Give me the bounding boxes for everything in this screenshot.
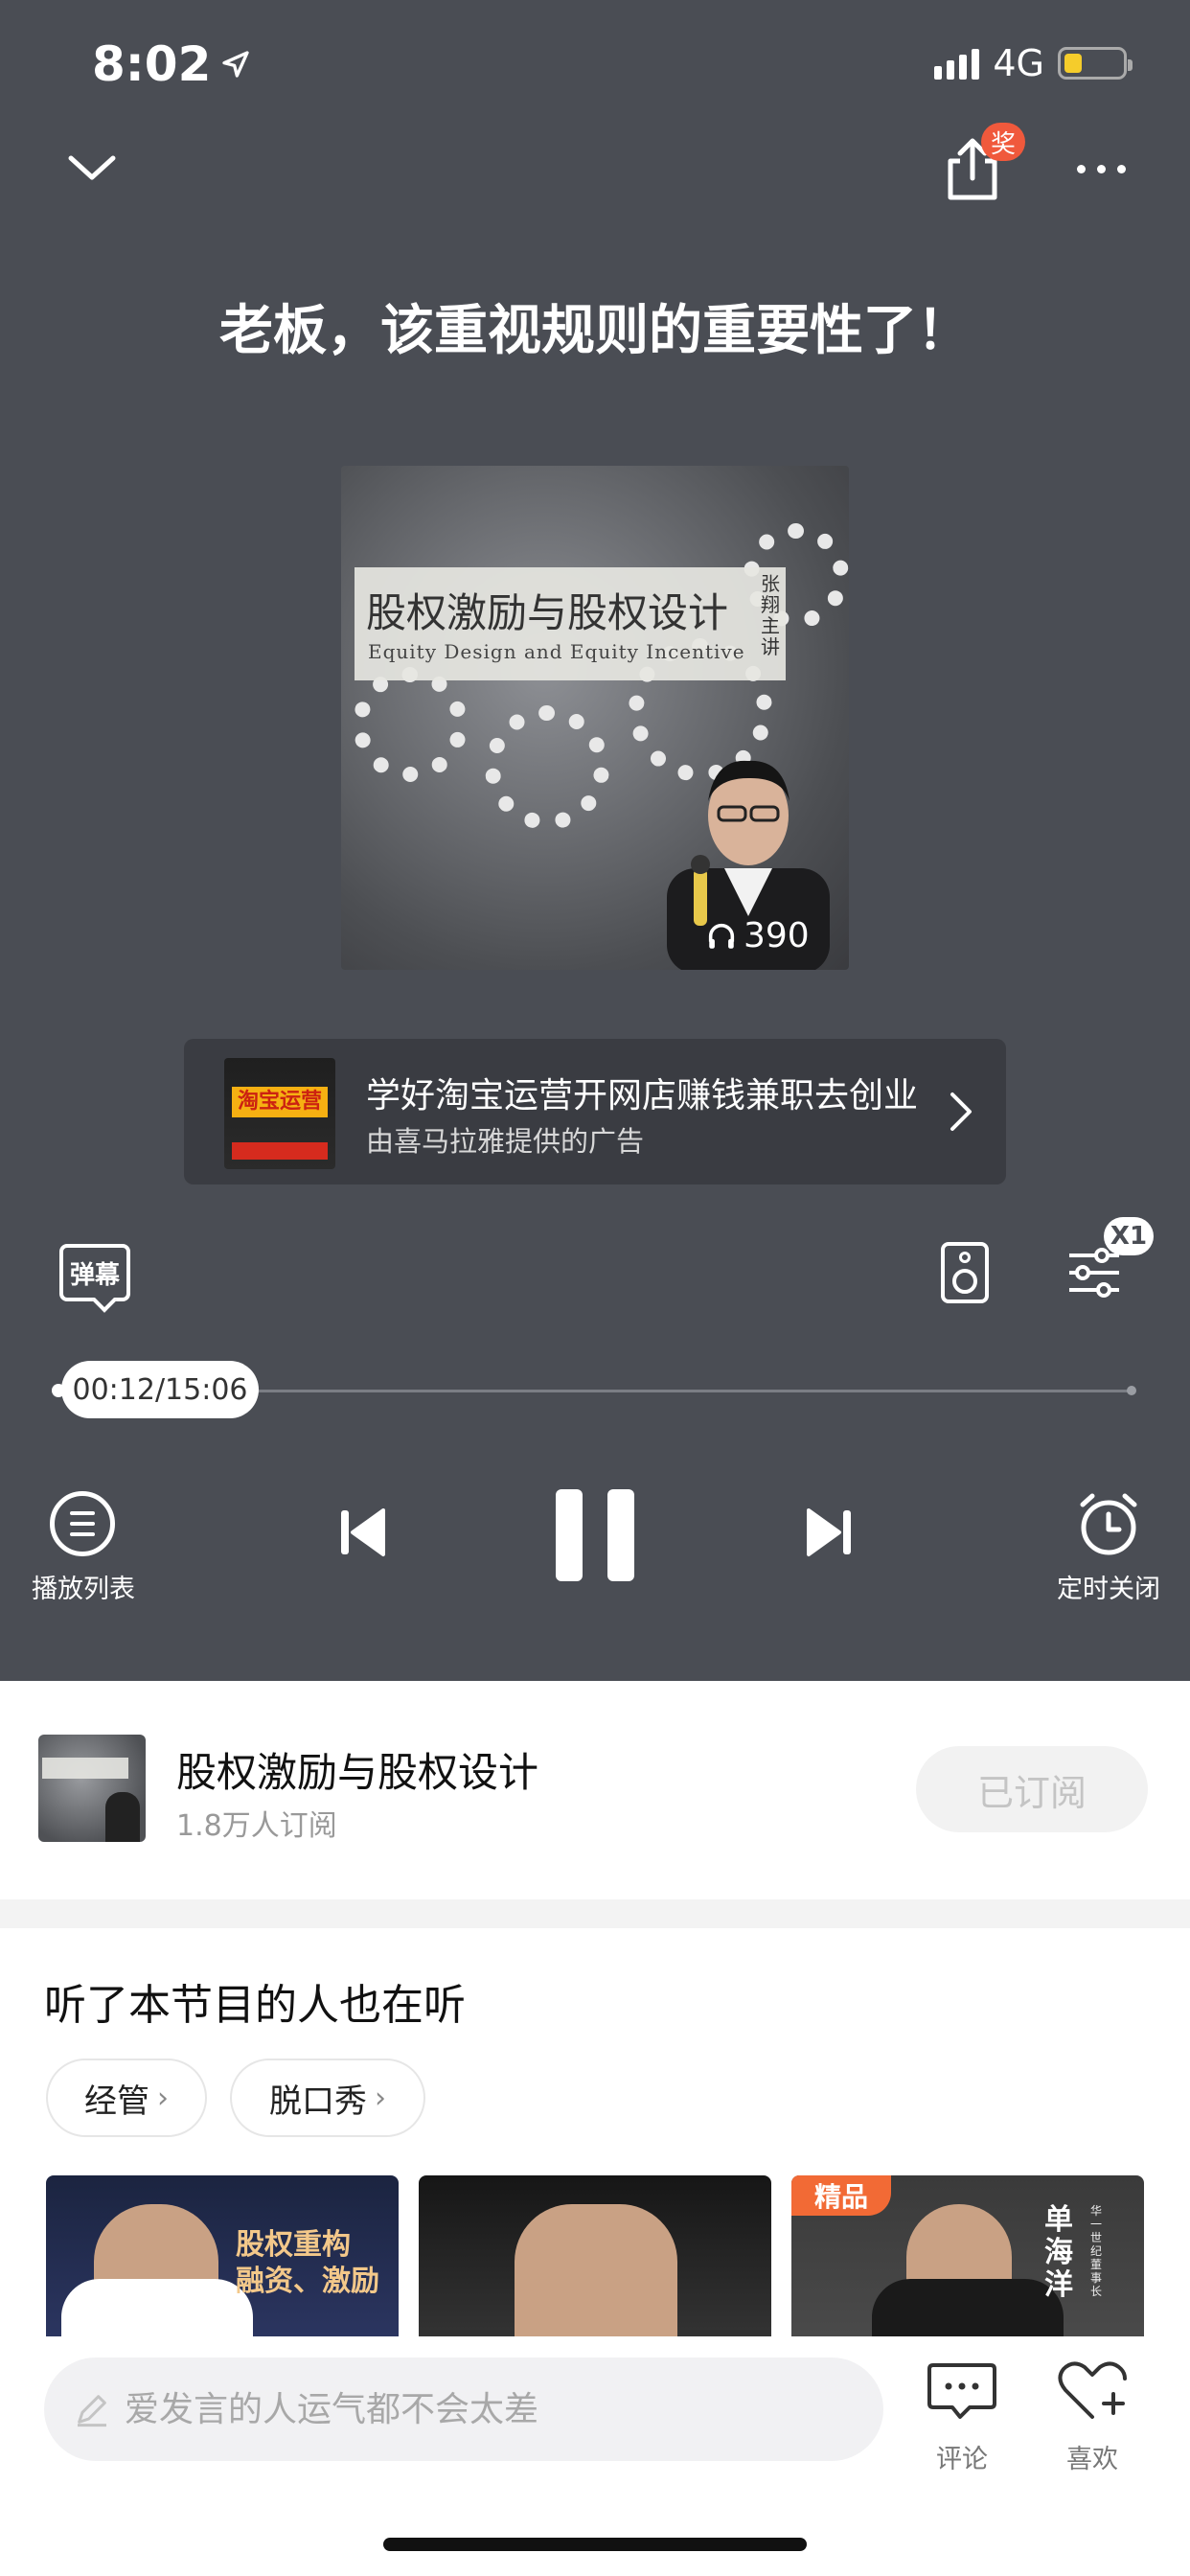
speed-settings-icon[interactable] (1065, 1246, 1123, 1300)
chevron-right-icon: › (157, 2081, 169, 2115)
ad-thumb-stripe (232, 1142, 328, 1160)
ad-subtitle: 由喜马拉雅提供的广告 (366, 1125, 645, 1158)
play-count-value: 390 (744, 916, 810, 955)
reward-badge[interactable]: 奖 (981, 123, 1025, 161)
playlist-icon[interactable] (50, 1491, 115, 1556)
recommend-title: 听了本节目的人也在听 (44, 1981, 466, 2030)
premium-badge: 精品 (791, 2175, 891, 2216)
gear-graphic (353, 667, 468, 782)
headphones-icon (708, 923, 735, 949)
album-subscribers: 1.8万人订阅 (176, 1809, 337, 1843)
comment-icon (927, 2363, 996, 2419)
recommend-card[interactable] (419, 2175, 771, 2336)
timer-label[interactable]: 定时关闭 (1050, 1568, 1167, 1605)
album-cover[interactable]: 股权激励与股权设计 Equity Design and Equity Incen… (341, 466, 849, 970)
comment-input[interactable] (125, 2389, 853, 2429)
heart-plus-icon (1058, 2361, 1127, 2419)
previous-track-icon[interactable] (339, 1506, 387, 1558)
chevron-down-icon[interactable] (63, 149, 121, 187)
progress-end-dot (1127, 1386, 1136, 1395)
tag-chip-management[interactable]: 经管 › (46, 2058, 207, 2137)
card-portrait (515, 2204, 677, 2336)
ad-title: 学好淘宝运营开网店赚钱兼职去创业 (366, 1076, 919, 1116)
speaker-icon[interactable] (941, 1242, 989, 1303)
tag-label: 经管 (84, 2082, 149, 2121)
more-icon[interactable] (1077, 165, 1126, 173)
card-portrait-body (61, 2279, 253, 2336)
gear-graphic (485, 705, 609, 830)
ad-thumb-text: 淘宝运营 (232, 1087, 328, 1117)
pause-button[interactable] (556, 1489, 634, 1581)
track-title: 老板，该重视规则的重要性了！ (219, 300, 971, 362)
card-portrait-body (872, 2279, 1064, 2336)
album-name[interactable]: 股权激励与股权设计 (176, 1740, 538, 1799)
ad-banner[interactable]: 淘宝运营 学好淘宝运营开网店赚钱兼职去创业 由喜马拉雅提供的广告 (184, 1039, 1006, 1184)
danmaku-button[interactable]: 弹幕 (59, 1244, 130, 1301)
play-count: 390 (705, 916, 810, 955)
signal-icon (934, 47, 980, 80)
comment-button[interactable]: 评论 (924, 2358, 1000, 2474)
card-person-name: 单海洋 (1044, 2203, 1073, 2302)
cover-subtitle: Equity Design and Equity Incentive (368, 640, 745, 663)
section-divider (0, 1899, 1190, 1928)
player-panel: 8:02 4G 奖 老板，该重视规则的重要性了！ 股权激励与股权设计 Equit… (0, 0, 1190, 1681)
like-label: 喜欢 (1066, 2445, 1118, 2474)
battery-icon (1058, 47, 1133, 80)
cover-title: 股权激励与股权设计 (366, 589, 729, 636)
album-thumbnail[interactable] (38, 1735, 146, 1842)
pencil-icon (78, 2395, 106, 2427)
location-arrow-icon (222, 51, 250, 78)
network-type: 4G (993, 42, 1044, 84)
next-track-icon[interactable] (805, 1506, 853, 1558)
status-indicators: 4G (934, 42, 1133, 84)
cover-banner: 股权激励与股权设计 Equity Design and Equity Incen… (355, 567, 786, 680)
like-button[interactable]: 喜欢 (1054, 2358, 1131, 2474)
card-title: 股权重构 融资、激励 (236, 2228, 379, 2298)
cover-author: 张翔主讲 (761, 572, 780, 658)
tag-chip-talkshow[interactable]: 脱口秀 › (230, 2058, 425, 2137)
home-indicator (383, 2538, 807, 2551)
status-time: 8:02 (92, 36, 251, 92)
chevron-right-icon (950, 1092, 972, 1131)
progress-thumb[interactable]: 00:12/15:06 (61, 1361, 259, 1418)
alarm-clock-icon[interactable] (1077, 1491, 1140, 1556)
subscribed-button[interactable]: 已订阅 (916, 1746, 1148, 1832)
battery-level (1064, 54, 1082, 73)
status-time-text: 8:02 (92, 36, 212, 92)
tag-label: 脱口秀 (269, 2082, 367, 2121)
recommend-card[interactable]: 股权重构 融资、激励 (46, 2175, 399, 2336)
playlist-label[interactable]: 播放列表 (31, 1568, 136, 1605)
speed-badge[interactable]: X1 (1104, 1217, 1154, 1255)
ad-thumbnail: 淘宝运营 (224, 1058, 335, 1169)
comment-field[interactable] (44, 2358, 883, 2461)
chevron-right-icon: › (375, 2081, 386, 2115)
recommend-card[interactable]: 精品 单海洋 华一世纪董事长 (791, 2175, 1144, 2336)
card-person-title: 华一世纪董事长 (1090, 2204, 1103, 2298)
comment-label: 评论 (936, 2445, 988, 2474)
